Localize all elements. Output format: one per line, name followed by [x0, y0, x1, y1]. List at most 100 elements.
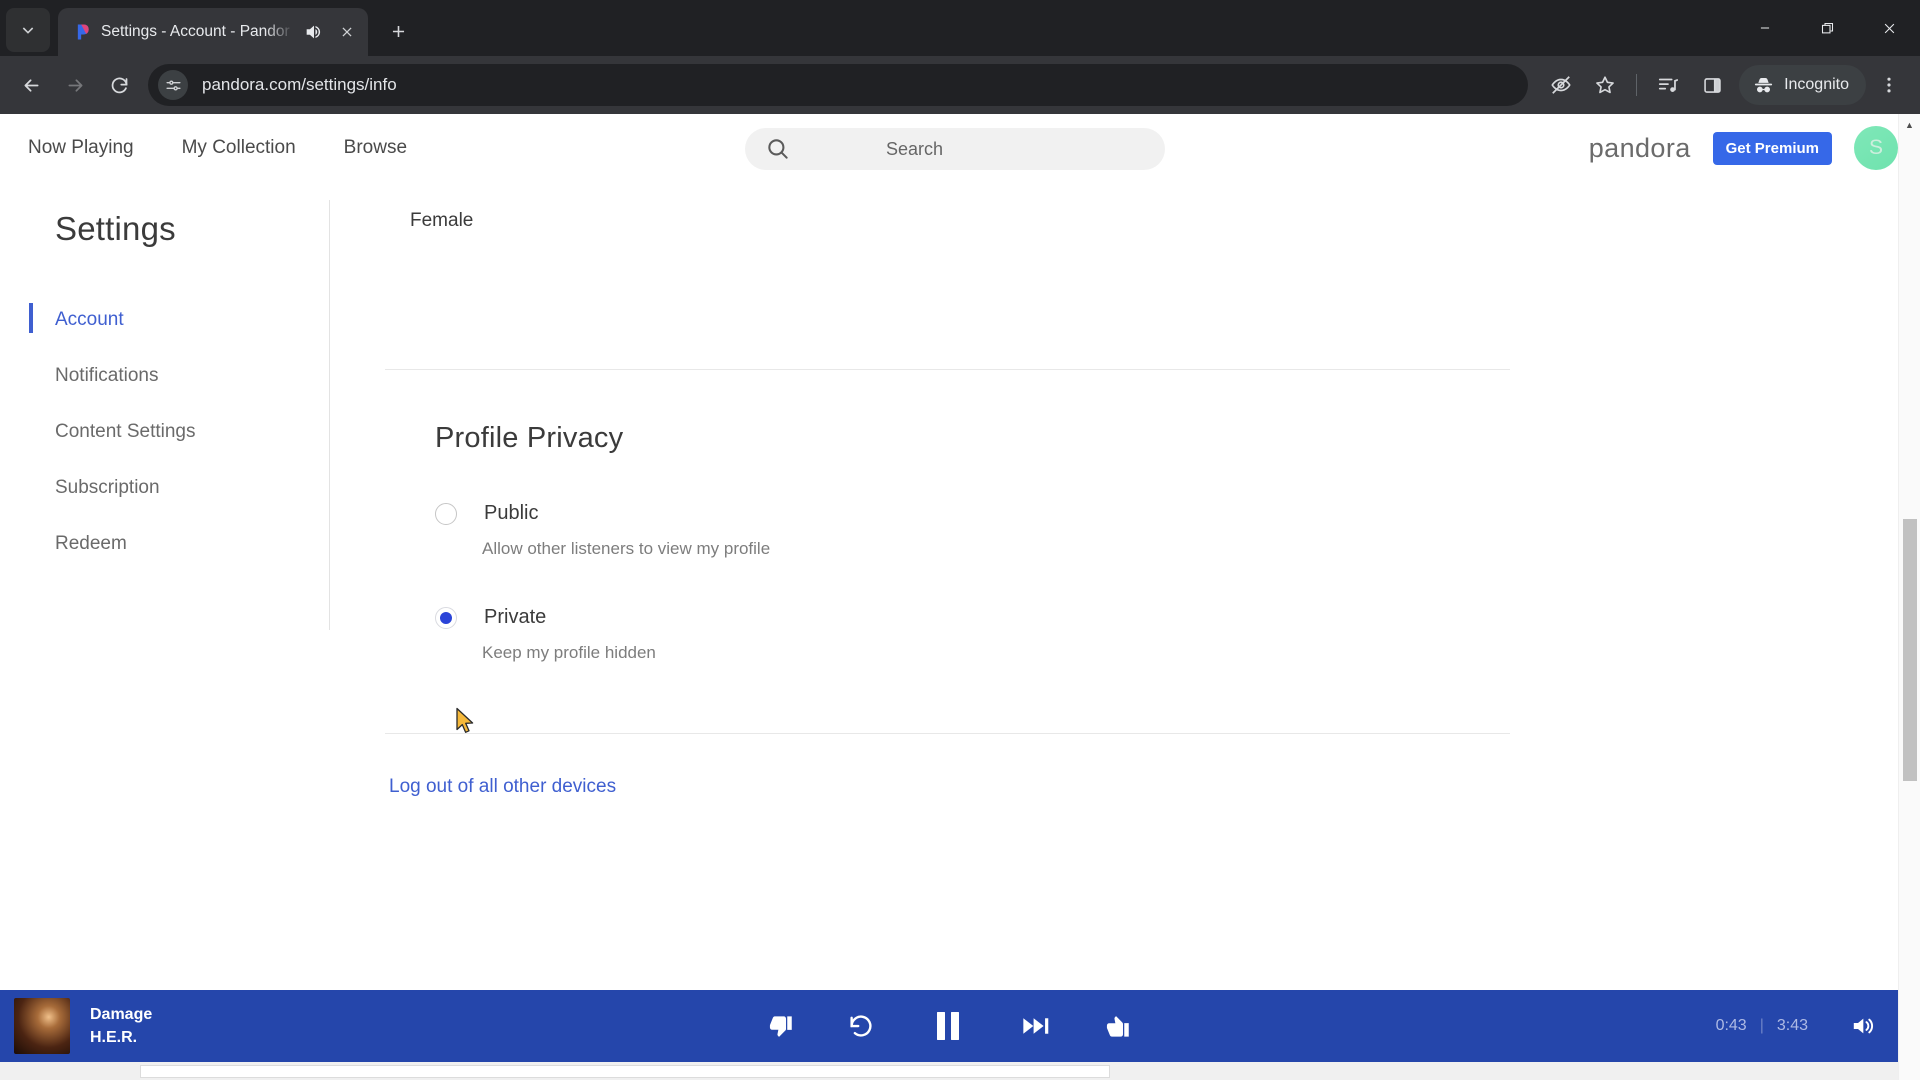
- sidebar-item-subscription[interactable]: Subscription: [55, 460, 330, 516]
- elapsed-time: 0:43: [1715, 1017, 1747, 1034]
- sidebar-item-content-settings[interactable]: Content Settings: [55, 404, 330, 460]
- horizontal-scrollbar-thumb[interactable]: [140, 1065, 1110, 1078]
- horizontal-scrollbar[interactable]: [0, 1062, 1898, 1080]
- tab-title: Settings - Account - Pandor: [101, 23, 290, 40]
- back-arrow-icon: [24, 78, 38, 92]
- page-viewport: Now Playing My Collection Browse Search …: [0, 114, 1920, 1080]
- thumbs-up-button[interactable]: [1104, 1013, 1131, 1040]
- thumbs-down-button[interactable]: [767, 1013, 794, 1040]
- minimize-button[interactable]: [1734, 0, 1796, 56]
- album-art[interactable]: [14, 998, 70, 1054]
- profile-privacy-title: Profile Privacy: [435, 422, 624, 454]
- plus-icon: [392, 25, 404, 37]
- radio-description-private: Keep my profile hidden: [482, 643, 656, 662]
- tab-close-button[interactable]: [334, 19, 360, 45]
- sidebar-item-label: Notifications: [55, 365, 159, 386]
- bookmark-button[interactable]: [1584, 64, 1626, 106]
- close-window-button[interactable]: [1858, 0, 1920, 56]
- replay-button[interactable]: [846, 1011, 876, 1041]
- player-bar: Damage H.E.R. 0:43 | 3:43: [0, 990, 1898, 1062]
- forward-button[interactable]: [54, 64, 96, 106]
- back-button[interactable]: [10, 64, 52, 106]
- browser-toolbar: pandora.com/settings/info Incognito: [0, 56, 1920, 114]
- radio-label-private: Private: [484, 606, 547, 628]
- pandora-favicon: [77, 24, 89, 40]
- maximize-button[interactable]: [1796, 0, 1858, 56]
- avatar[interactable]: S: [1854, 126, 1898, 170]
- search-placeholder: Search: [886, 138, 944, 159]
- volume-button[interactable]: [1850, 1013, 1876, 1039]
- page-title: Settings: [55, 210, 176, 247]
- nav-link-now-playing[interactable]: Now Playing: [28, 137, 134, 159]
- time-separator: |: [1759, 1017, 1764, 1034]
- radio-label-public: Public: [484, 502, 539, 524]
- chevron-down-icon: [22, 27, 34, 34]
- address-bar[interactable]: pandora.com/settings/info: [148, 64, 1529, 106]
- window-controls: [1734, 0, 1920, 56]
- section-divider: [385, 369, 1510, 370]
- sidebar-item-label: Account: [55, 309, 124, 330]
- track-artist[interactable]: H.E.R.: [90, 1026, 152, 1049]
- speaker-playing-icon[interactable]: [303, 21, 325, 43]
- radio-option-public[interactable]: Public: [435, 502, 1920, 525]
- incognito-hat-icon: [1754, 77, 1773, 92]
- volume-on-icon: [1853, 1018, 1874, 1034]
- gender-value: Female: [410, 210, 474, 231]
- nav-right-group: pandora Get Premium S: [1589, 114, 1898, 182]
- incognito-label: Incognito: [1784, 76, 1849, 93]
- side-panel-button[interactable]: [1691, 64, 1733, 106]
- media-control-button[interactable]: [1647, 64, 1689, 106]
- toolbar-right-group: Incognito: [1540, 64, 1910, 106]
- skip-next-button[interactable]: [1020, 1010, 1052, 1042]
- close-icon: [342, 27, 352, 37]
- radio-private[interactable]: [435, 606, 457, 629]
- settings-body: Settings Account Notifications Content S…: [0, 182, 1920, 1080]
- search-input[interactable]: Search: [745, 128, 1165, 170]
- sidebar-item-label: Content Settings: [55, 421, 196, 442]
- pause-button[interactable]: [928, 1006, 968, 1046]
- media-list-icon: [1658, 78, 1679, 92]
- radio-public[interactable]: [435, 502, 457, 525]
- thumbs-down-icon: [769, 1015, 792, 1037]
- total-time: 3:43: [1776, 1017, 1808, 1034]
- forward-arrow-icon: [68, 78, 82, 92]
- chrome-menu-button[interactable]: [1868, 64, 1910, 106]
- radio-description-public: Allow other listeners to view my profile: [482, 539, 771, 558]
- sidebar-item-notifications[interactable]: Notifications: [55, 348, 330, 404]
- tracking-protection-button[interactable]: [1540, 64, 1582, 106]
- close-icon: [1884, 23, 1894, 33]
- star-icon: [1596, 76, 1614, 94]
- section-divider: [385, 733, 1510, 734]
- incognito-indicator[interactable]: Incognito: [1739, 65, 1866, 105]
- browser-tab[interactable]: Settings - Account - Pandor: [58, 8, 368, 56]
- settings-content: Female Profile Privacy Public Allow othe…: [330, 182, 1920, 1080]
- time-display: 0:43 | 3:43: [1716, 1017, 1808, 1035]
- eye-slash-icon: [1551, 76, 1571, 94]
- search-icon: [768, 139, 788, 159]
- nav-link-my-collection[interactable]: My Collection: [182, 137, 296, 159]
- scroll-up-arrow[interactable]: ▲: [1899, 114, 1920, 136]
- logout-all-devices-link[interactable]: Log out of all other devices: [389, 776, 616, 798]
- tab-strip: Settings - Account - Pandor: [0, 0, 1920, 56]
- player-controls: [767, 1006, 1131, 1046]
- radio-option-private[interactable]: Private: [435, 606, 1920, 629]
- reload-button[interactable]: [98, 64, 140, 106]
- sidebar-item-account[interactable]: Account: [29, 292, 330, 348]
- vertical-scrollbar-thumb[interactable]: [1903, 519, 1917, 781]
- nav-link-browse[interactable]: Browse: [344, 137, 407, 159]
- pandora-logo[interactable]: pandora: [1589, 133, 1691, 164]
- three-dot-menu-icon: [1887, 77, 1891, 93]
- vertical-scrollbar[interactable]: ▲: [1898, 114, 1920, 1080]
- tab-search-button[interactable]: [6, 8, 50, 52]
- site-settings-icon: [165, 80, 181, 90]
- minimize-icon: [1760, 27, 1770, 29]
- site-settings-button[interactable]: [158, 70, 188, 100]
- skip-next-icon: [1023, 1018, 1049, 1034]
- url-text: pandora.com/settings/info: [202, 75, 397, 94]
- new-tab-button[interactable]: [378, 11, 418, 51]
- track-title[interactable]: Damage: [90, 1003, 152, 1026]
- settings-sidebar: Settings Account Notifications Content S…: [0, 182, 330, 1080]
- get-premium-button[interactable]: Get Premium: [1712, 131, 1832, 165]
- replay-icon: [850, 1015, 872, 1037]
- sidebar-item-redeem[interactable]: Redeem: [55, 516, 330, 572]
